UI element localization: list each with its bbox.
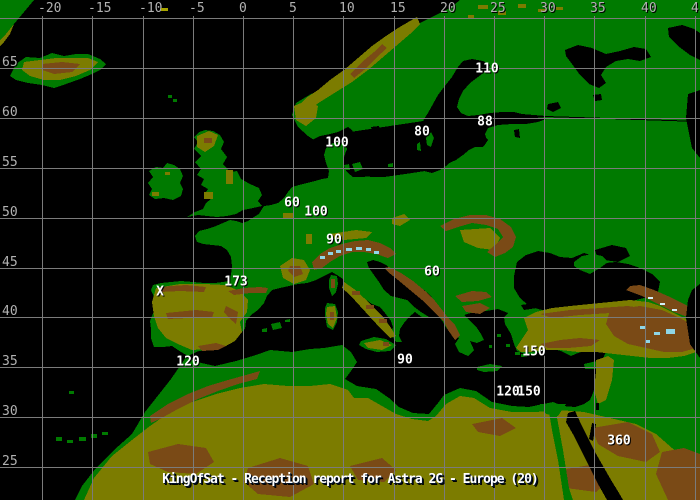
lon-tick-label: 20 (440, 1, 456, 16)
island-crete (477, 364, 502, 372)
lat-tick-label: 55 (2, 155, 18, 170)
lat-gridline (0, 467, 700, 468)
lat-tick-label: 50 (2, 205, 18, 220)
island-madeira (69, 391, 74, 394)
lon-gridline (394, 16, 395, 500)
lat-gridline (0, 268, 700, 269)
reception-value-label: 80 (414, 124, 430, 140)
map-title: KingOfSat - Reception report for Astra 2… (162, 472, 538, 487)
lat-tick-label: 25 (2, 454, 18, 469)
lon-gridline (343, 16, 344, 500)
reception-value-label: 150 (517, 384, 541, 400)
mountains-corsica (331, 279, 335, 288)
lat-gridline (0, 417, 700, 418)
islands-faroe (168, 95, 177, 102)
lon-tick-label: -5 (189, 1, 205, 16)
islands-canary (56, 432, 108, 443)
lon-tick-label: 40 (641, 1, 657, 16)
reception-value-label: 60 (424, 264, 440, 280)
lat-gridline (0, 168, 700, 169)
lon-gridline (494, 16, 495, 500)
reception-value-label: 120 (496, 384, 520, 400)
mountain-etna (383, 342, 389, 346)
lat-gridline (0, 118, 700, 119)
reception-value-label: 120 (176, 354, 200, 370)
lon-gridline (444, 16, 445, 500)
lon-tick-label: 5 (289, 1, 297, 16)
landmass-greenland-tip (0, 0, 34, 40)
island-menorca (285, 319, 290, 322)
island-bornholm (388, 163, 393, 167)
highland-wales (204, 192, 213, 199)
lat-gridline (0, 18, 700, 19)
lake-van (666, 329, 675, 334)
lat-tick-label: 40 (2, 304, 18, 319)
lon-gridline (293, 16, 294, 500)
mountains-scotland (204, 138, 212, 143)
lake-vattern (381, 134, 385, 143)
mountains-sardinia (330, 312, 334, 320)
lon-gridline (243, 16, 244, 500)
reception-value-label: 60 (284, 195, 300, 211)
island-mallorca (271, 322, 282, 330)
location-x-marker: X (156, 284, 164, 300)
lon-tick-label: -20 (38, 1, 62, 16)
lon-gridline (544, 16, 545, 500)
island-ibiza (262, 328, 267, 332)
reception-value-label: 110 (475, 61, 499, 77)
lat-gridline (0, 367, 700, 368)
lon-gridline (92, 16, 93, 500)
lat-gridline (0, 317, 700, 318)
lat-gridline (0, 68, 700, 69)
reception-value-label: 173 (224, 274, 248, 290)
highland-pennines (226, 170, 233, 184)
lon-tick-label: 35 (590, 1, 606, 16)
reception-value-label: 150 (522, 344, 546, 360)
lon-gridline (695, 16, 696, 500)
reception-map: -20 -15 -10 -5 0 5 10 15 20 25 30 35 40 45 65 60 55 50 45 4… (0, 0, 700, 500)
reception-value-label: 90 (397, 352, 413, 368)
reception-value-label: 100 (304, 204, 328, 220)
lake-dead-sea (596, 403, 599, 410)
reception-value-label: 360 (607, 433, 631, 449)
lon-tick-label: 10 (339, 1, 355, 16)
reception-value-label: 100 (325, 135, 349, 151)
lat-tick-label: 30 (2, 404, 18, 419)
lat-tick-label: 65 (2, 55, 18, 70)
yellow-dash-marker (161, 8, 168, 11)
lon-tick-label: 25 (490, 1, 506, 16)
highland-vosges (306, 234, 312, 244)
lon-tick-label: 30 (540, 1, 556, 16)
lon-gridline (193, 16, 194, 500)
lon-tick-label: 15 (390, 1, 406, 16)
reception-value-label: 90 (326, 232, 342, 248)
reception-value-label: 88 (477, 114, 493, 130)
lon-gridline (42, 16, 43, 500)
lon-tick-label: 0 (239, 1, 247, 16)
lon-tick-label: -15 (88, 1, 112, 16)
lat-gridline (0, 218, 700, 219)
island-funen (344, 164, 350, 170)
lon-gridline (143, 16, 144, 500)
lat-tick-label: 35 (2, 354, 18, 369)
lon-gridline (594, 16, 595, 500)
lat-tick-label: 60 (2, 105, 18, 120)
lon-tick-label: -10 (139, 1, 163, 16)
lat-tick-label: 45 (2, 255, 18, 270)
lon-gridline (645, 16, 646, 500)
europe-terrain-map (0, 0, 700, 500)
lon-tick-label: 45 (691, 1, 700, 16)
